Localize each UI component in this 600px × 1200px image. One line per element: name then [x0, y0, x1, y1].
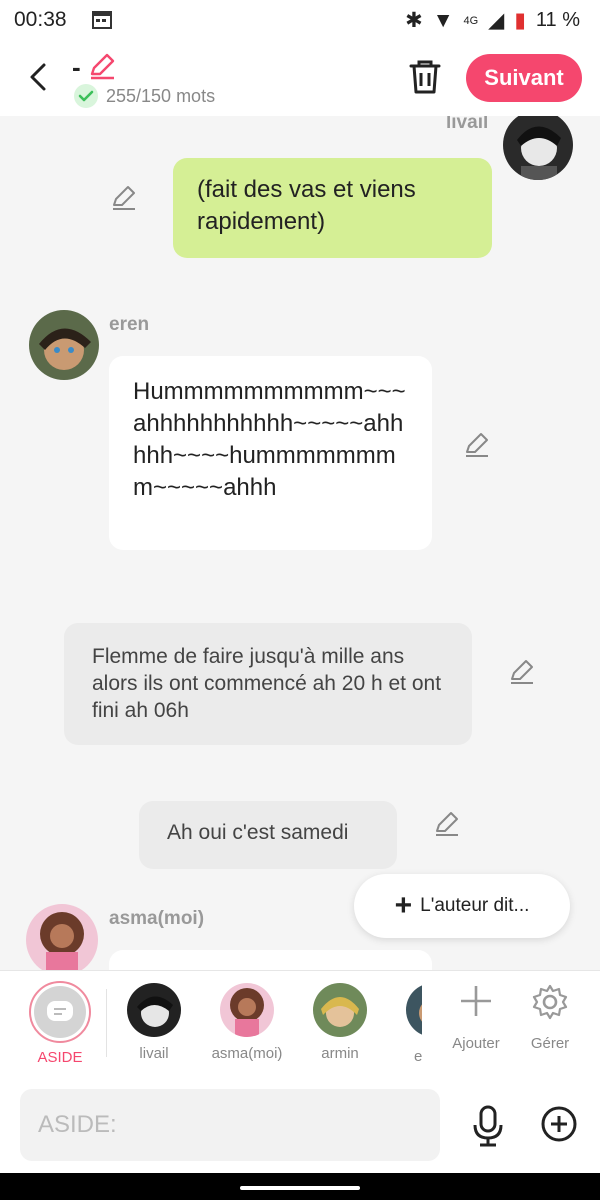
microphone-icon[interactable] — [470, 1105, 506, 1147]
message-input[interactable] — [20, 1089, 440, 1161]
avatar-eren[interactable] — [29, 310, 99, 380]
message-bubble[interactable]: (fait des vas et viens rapidement) — [173, 158, 492, 258]
character-avatar — [313, 983, 367, 1037]
character-label: ASIDE — [37, 1049, 83, 1066]
calendar-icon — [92, 11, 112, 29]
character-label: armin — [321, 1045, 359, 1062]
avatar-livail[interactable] — [503, 116, 573, 180]
add-label: Ajouter — [452, 1035, 500, 1052]
character-asma[interactable]: asma(moi) — [206, 971, 288, 1062]
chat-area[interactable]: livail (fait des vas et viens rapidement… — [0, 116, 600, 970]
edit-message-pencil-icon[interactable] — [463, 431, 491, 459]
plus-icon: + — [394, 889, 413, 922]
edit-message-pencil-icon[interactable] — [110, 184, 138, 212]
character-aside[interactable]: ASIDE — [19, 971, 101, 1066]
character-avatar — [406, 983, 422, 1037]
manage-characters-button[interactable]: Gérer — [515, 983, 585, 1052]
next-button[interactable]: Suivant — [466, 54, 582, 102]
add-character-button[interactable]: Ajouter — [441, 983, 511, 1052]
aside-speech-icon — [47, 1001, 73, 1021]
author-says-label: L'auteur dit... — [420, 895, 530, 916]
character-label: asma(moi) — [211, 1045, 283, 1062]
manage-label: Gérer — [530, 1035, 570, 1052]
author-name: eren — [109, 314, 150, 335]
character-armin[interactable]: armin — [299, 971, 381, 1062]
aside-bubble[interactable]: Ah oui c'est samedi — [139, 801, 397, 869]
aside-avatar — [29, 981, 91, 1043]
author-says-button[interactable]: + L'auteur dit... — [354, 874, 570, 938]
battery-icon: ▮ — [514, 9, 526, 32]
word-count-check-icon — [74, 84, 98, 108]
network-label: 4G — [463, 14, 479, 27]
status-time: 00:38 — [14, 8, 67, 31]
gear-icon — [532, 984, 568, 1020]
message-bubble[interactable] — [109, 950, 432, 970]
signal-icon: ◢ — [488, 9, 505, 32]
character-e[interactable]: e — [392, 971, 422, 1077]
bluetooth-icon: ✱ — [405, 9, 423, 32]
plus-icon — [461, 986, 491, 1016]
add-circle-icon[interactable] — [540, 1105, 578, 1143]
composer-bar — [0, 1079, 600, 1173]
character-livail[interactable]: livail — [113, 971, 195, 1062]
message-bubble[interactable]: Hummmmmmmmmm~~~ahhhhhhhhhhh~~~~~ahhhhh~~… — [109, 356, 432, 550]
battery-level: 11 % — [535, 9, 580, 31]
story-title[interactable]: - — [72, 52, 81, 83]
edit-message-pencil-icon[interactable] — [508, 658, 536, 686]
wifi-icon: ▼ — [432, 8, 454, 32]
character-avatar — [127, 983, 181, 1037]
character-label: livail — [139, 1045, 169, 1062]
edit-message-pencil-icon[interactable] — [433, 810, 461, 838]
avatar-asma[interactable] — [26, 904, 98, 970]
trash-icon[interactable] — [408, 58, 442, 96]
back-arrow-icon[interactable] — [22, 60, 56, 94]
author-name: asma(moi) — [109, 908, 205, 929]
author-name: livail — [446, 116, 489, 133]
character-label: e — [414, 1048, 422, 1065]
aside-bubble[interactable]: Flemme de faire jusqu'à mille ans alors … — [64, 623, 472, 745]
home-indicator[interactable] — [240, 1186, 360, 1190]
status-right: ✱ ▼ 4G ◢ ▮ 11 % — [405, 8, 580, 33]
character-avatar — [220, 983, 274, 1037]
edit-title-pencil-icon[interactable] — [88, 52, 116, 80]
status-bar: 00:38 ✱ ▼ 4G ◢ ▮ 11 % — [0, 0, 600, 42]
character-selector-bar: ASIDE livail asma(moi) armin e Ajouter G… — [0, 970, 600, 1080]
word-count: 255/150 mots — [106, 86, 216, 106]
top-app-bar: - 255/150 mots Suivant — [0, 42, 600, 116]
divider — [106, 989, 107, 1057]
